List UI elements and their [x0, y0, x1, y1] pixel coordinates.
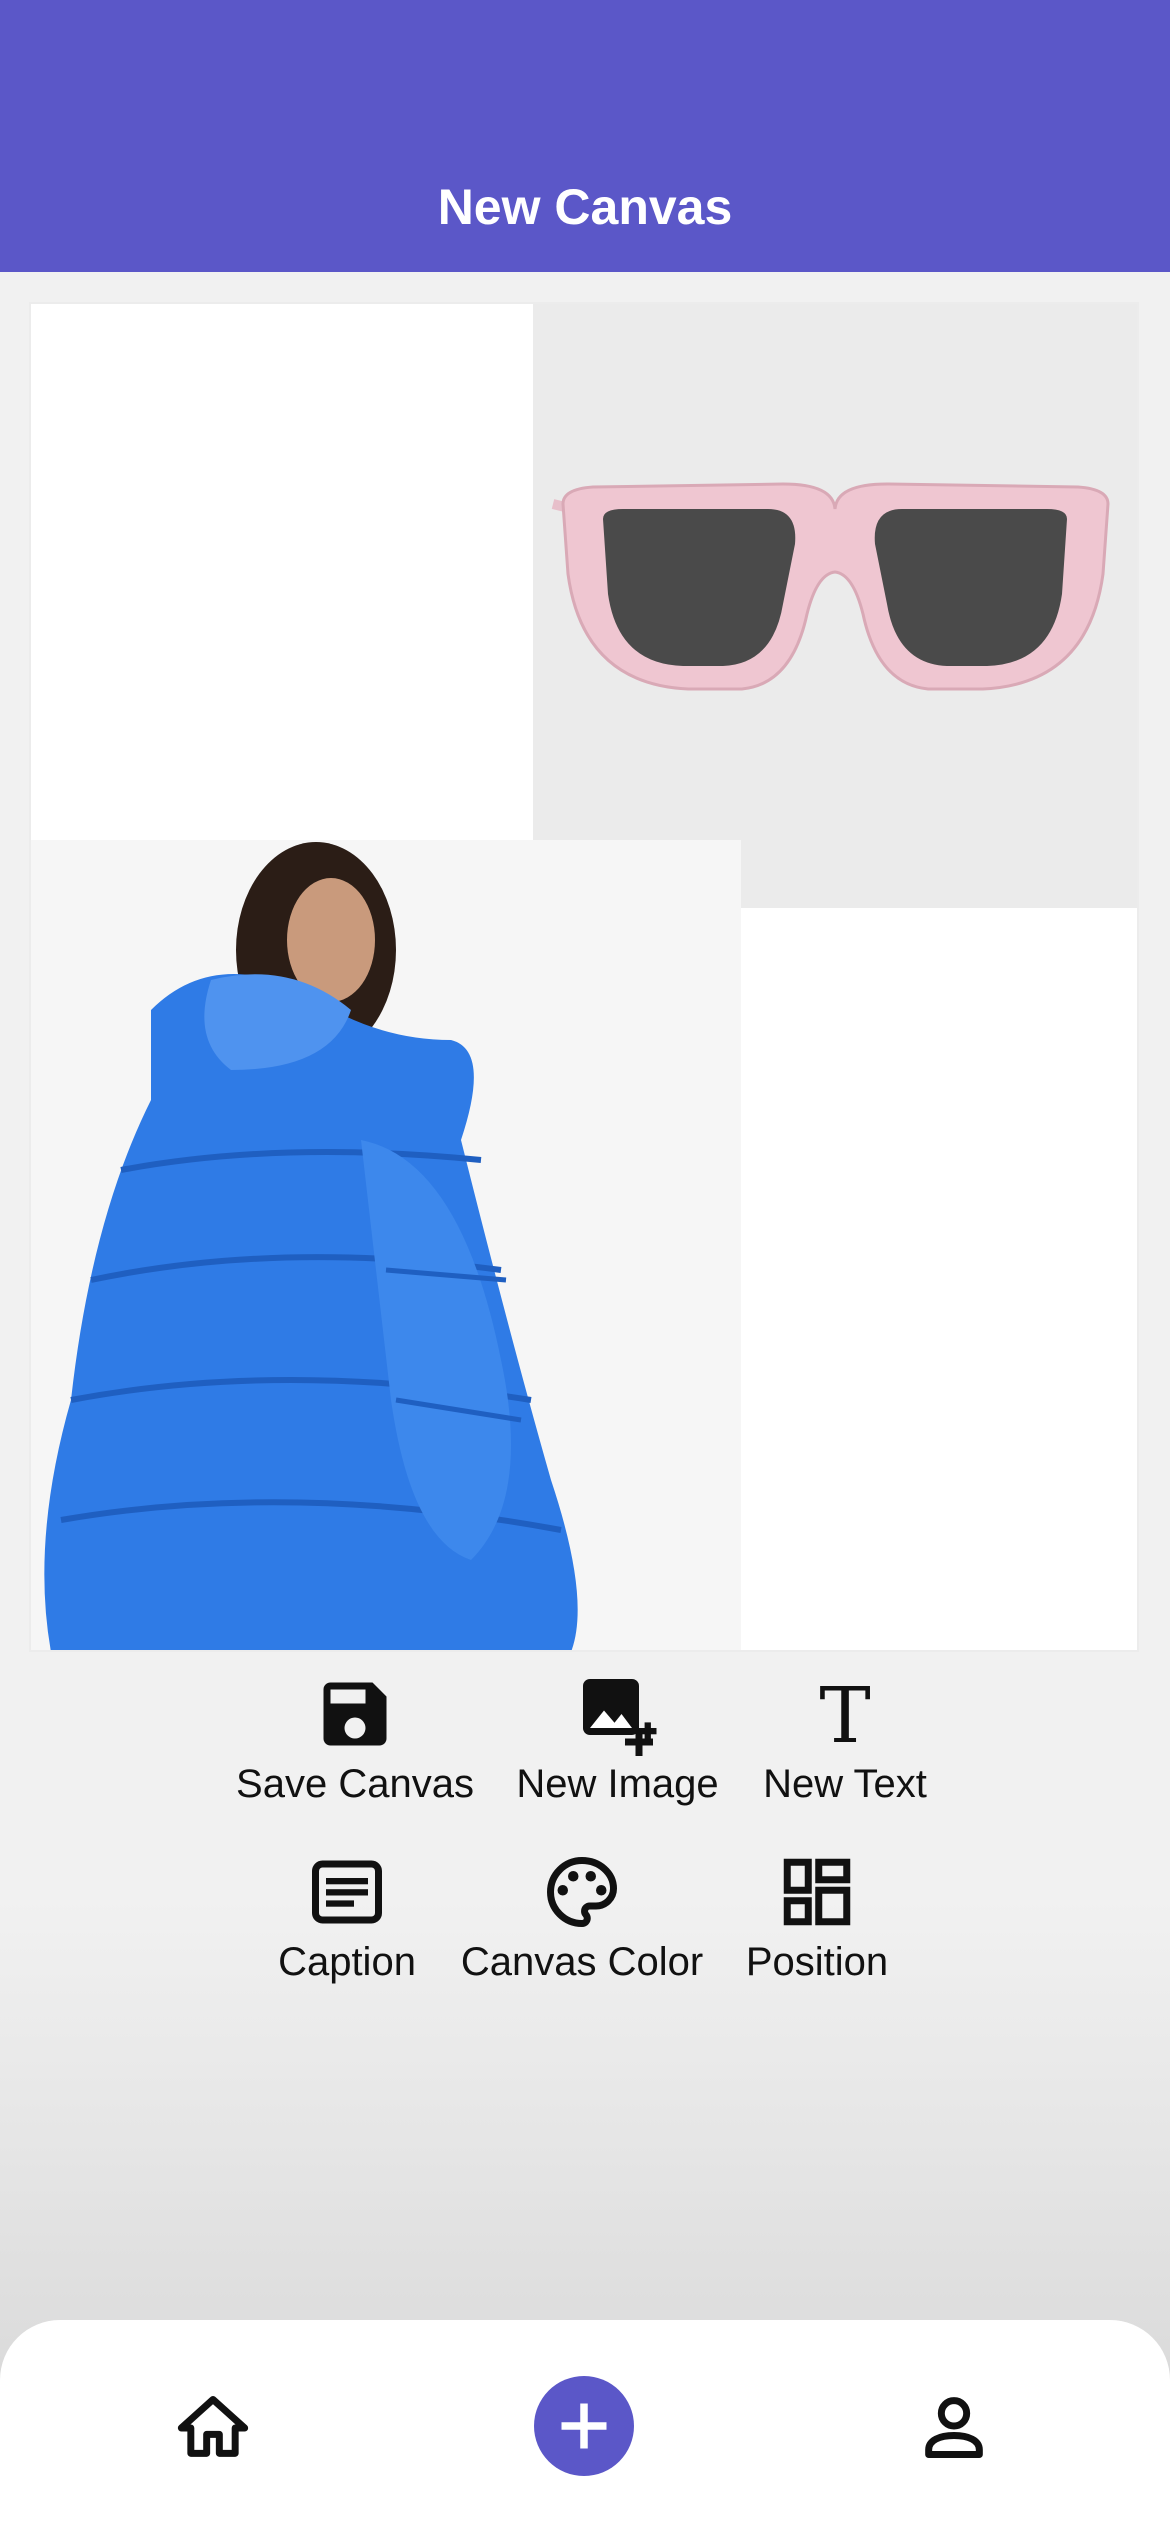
text-icon: T [819, 1672, 870, 1756]
save-icon [323, 1682, 387, 1746]
app-header: New Canvas [0, 0, 1170, 272]
save-canvas-label: Save Canvas [236, 1762, 474, 1806]
bottom-navigation [0, 2320, 1170, 2532]
position-label: Position [745, 1940, 889, 1984]
caption-button[interactable]: Caption [262, 1850, 432, 1985]
sunglasses-illustration [533, 304, 1137, 908]
canvas-color-button[interactable]: Canvas Color [452, 1850, 712, 1985]
home-icon [177, 2396, 249, 2457]
position-button[interactable]: Position [732, 1850, 902, 1985]
jacket-illustration [31, 840, 741, 1650]
new-image-label: New Image [516, 1762, 719, 1806]
sunglasses-image[interactable] [533, 304, 1137, 908]
new-image-button[interactable]: New Image [505, 1672, 730, 1807]
canvas-area[interactable] [29, 302, 1139, 1652]
nav-home-button[interactable] [175, 2390, 251, 2471]
add-photo-icon [582, 1679, 656, 1756]
page-title: New Canvas [437, 179, 733, 235]
canvas-color-label: Canvas Color [460, 1940, 704, 1984]
caption-icon [312, 1860, 382, 1924]
profile-icon [925, 2397, 983, 2458]
caption-label: Caption [278, 1940, 416, 1984]
dashboard-layout-icon [783, 1858, 851, 1926]
new-text-label: New Text [763, 1762, 927, 1806]
svg-text:T: T [819, 1672, 870, 1756]
add-button[interactable] [534, 2376, 634, 2476]
add-icon [561, 2403, 607, 2449]
new-text-button[interactable]: T New Text [750, 1672, 940, 1807]
puffer-jacket-image[interactable] [31, 840, 741, 1650]
nav-profile-button[interactable] [916, 2388, 992, 2469]
palette-icon [547, 1856, 618, 1928]
save-canvas-button[interactable]: Save Canvas [230, 1672, 480, 1807]
